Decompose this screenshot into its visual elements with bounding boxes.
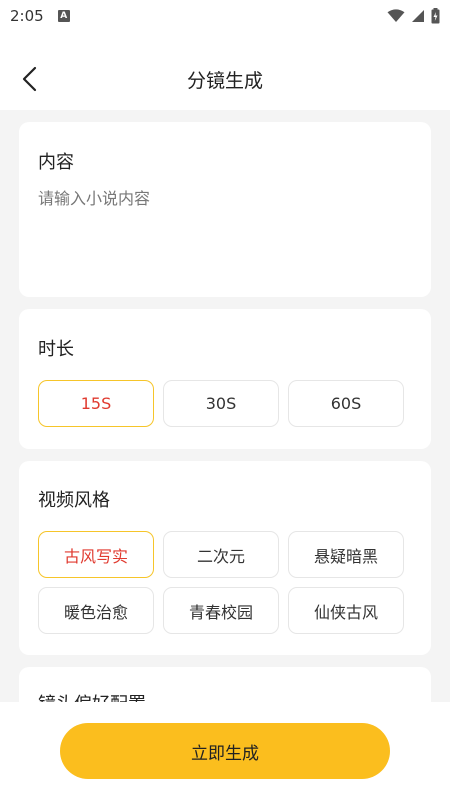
style-option-warm-healing[interactable]: 暖色治愈: [38, 587, 154, 634]
style-option-youth-campus[interactable]: 青春校园: [163, 587, 279, 634]
camera-preference-label: 镜头偏好配置: [38, 690, 146, 702]
duration-option-15s[interactable]: 15S: [38, 380, 154, 427]
notification-a-icon: A: [57, 10, 70, 22]
video-style-card: 视频风格 古风写实 二次元 悬疑暗黑 暖色治愈 青春校园 仙侠古风: [19, 461, 431, 655]
bottom-action-bar: 立即生成: [0, 702, 450, 800]
content-card: 内容 请输入小说内容: [19, 122, 431, 297]
generate-button[interactable]: 立即生成: [60, 723, 390, 779]
status-time: 2:05: [10, 7, 44, 25]
style-option-suspense-dark[interactable]: 悬疑暗黑: [288, 531, 404, 578]
duration-option-60s[interactable]: 60S: [288, 380, 404, 427]
camera-preference-card: 镜头偏好配置: [19, 667, 431, 702]
nav-bar: 分镜生成: [0, 48, 450, 110]
video-style-label: 视频风格: [38, 490, 110, 511]
duration-option-30s[interactable]: 30S: [163, 380, 279, 427]
content-label: 内容: [38, 152, 74, 173]
style-option-anime[interactable]: 二次元: [163, 531, 279, 578]
wifi-icon: [387, 9, 405, 22]
duration-label: 时长: [38, 339, 74, 360]
back-button[interactable]: [14, 62, 44, 96]
style-option-ancient-realistic[interactable]: 古风写实: [38, 531, 154, 578]
duration-card: 时长 15S 30S 60S: [19, 309, 431, 449]
style-option-xianxia[interactable]: 仙侠古风: [288, 587, 404, 634]
page-title: 分镜生成: [186, 69, 263, 92]
status-icons: [387, 8, 440, 24]
status-bar: 2:05 A: [0, 0, 450, 32]
form-content[interactable]: 内容 请输入小说内容 时长 15S 30S 60S 视频风格 古风写实 二次元 …: [0, 110, 450, 702]
battery-icon: [431, 8, 440, 24]
novel-content-input[interactable]: 请输入小说内容: [38, 185, 408, 285]
back-arrow-icon: [22, 66, 37, 92]
signal-icon: [412, 10, 424, 22]
